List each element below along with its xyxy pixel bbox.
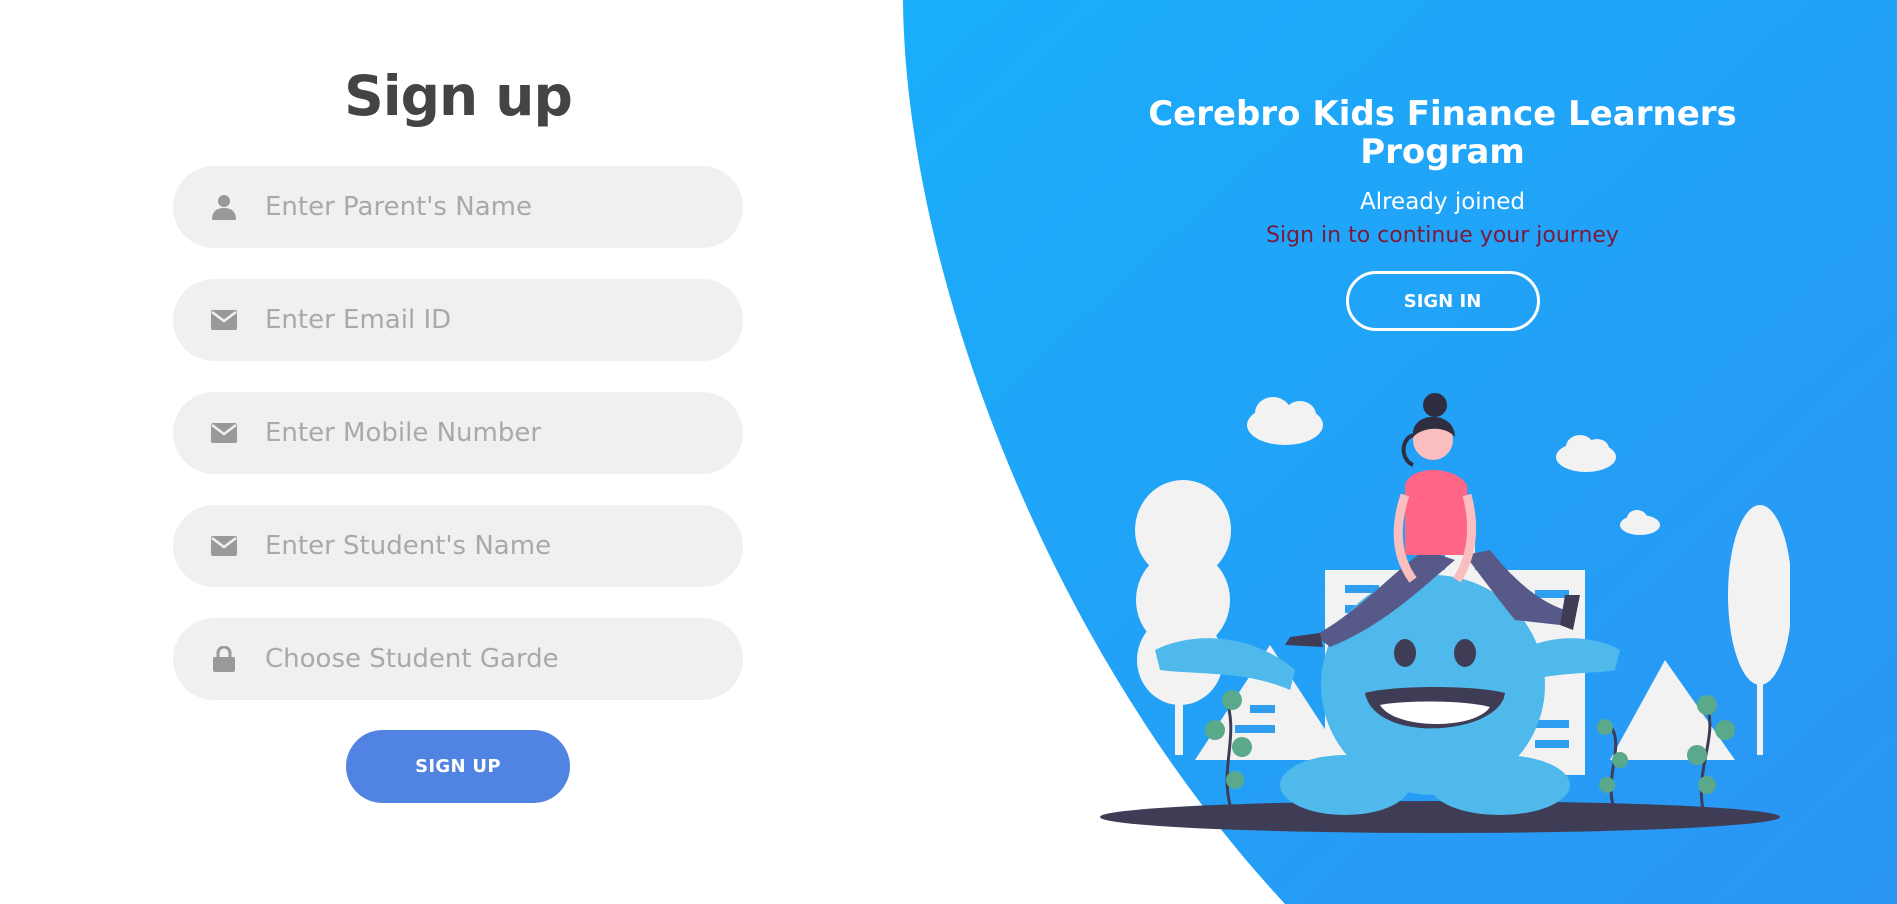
student-name-field[interactable] [173,505,743,587]
student-grade-input[interactable] [265,629,705,689]
cloud-icon [1620,510,1660,535]
signup-form: Sign up SIGN UP [173,60,743,803]
page-title: Sign up [344,64,573,128]
email-field[interactable] [173,279,743,361]
program-title: Cerebro Kids Finance Learners Program [1148,94,1737,172]
mobile-number-input[interactable] [265,403,705,463]
signin-panel: Cerebro Kids Finance Learners Program Al… [1110,95,1775,331]
student-grade-field[interactable] [173,618,743,700]
sign-up-button[interactable]: SIGN UP [346,730,570,803]
parent-name-input[interactable] [265,177,705,237]
mobile-number-field[interactable] [173,392,743,474]
parent-name-field[interactable] [173,166,743,248]
email-input[interactable] [265,290,705,350]
envelope-icon [211,533,237,559]
kid-monster-illustration [1100,393,1790,833]
lock-icon [211,646,237,672]
continue-journey-text: Sign in to continue your journey [1266,223,1619,248]
cloud-icon [1556,435,1616,472]
envelope-icon [211,307,237,333]
already-joined-text: Already joined [1359,189,1526,215]
student-name-input[interactable] [265,516,705,576]
user-icon [211,194,237,220]
cloud-icon [1247,397,1323,445]
sign-in-button[interactable]: SIGN IN [1345,271,1540,331]
envelope-icon [211,420,237,446]
